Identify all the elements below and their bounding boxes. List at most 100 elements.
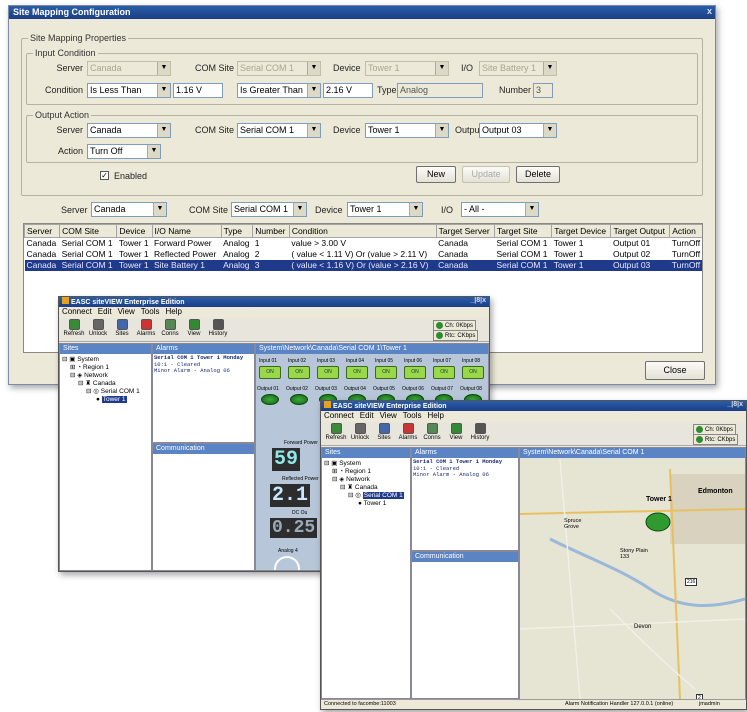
menu-item[interactable]: Tools: [403, 411, 422, 420]
output-server-select[interactable]: Canada ▼: [87, 123, 171, 138]
table-row[interactable]: Canada Serial COM 1 Tower 1 Forward Power An…: [25, 238, 703, 249]
toolbar-icon: [354, 423, 366, 434]
chevron-down-icon: ▼: [543, 62, 556, 75]
input-io-select[interactable]: Site Battery 1 ▼: [479, 61, 557, 76]
table-cell: ( value < 1.11 V) Or (value > 2.11 V): [291, 249, 428, 259]
output-device-select[interactable]: Tower 1 ▼: [365, 123, 449, 138]
table-cell: Serial COM 1: [61, 249, 113, 259]
table-cell: 3: [252, 259, 290, 271]
table-cell: Analog: [221, 259, 253, 271]
toolbar-button[interactable]: Sites: [372, 423, 396, 442]
column-header[interactable]: Target Output: [610, 224, 671, 238]
filter-device-label: Device: [315, 205, 343, 215]
toolbar-button[interactable]: History: [468, 423, 492, 442]
site-tree[interactable]: ⊟ ▣ System ⊞ ◔ Region 1 ⊟ ◈ Network ⊟ ♜ …: [60, 354, 151, 406]
input-led: ON: [288, 366, 310, 379]
delete-button[interactable]: Delete: [516, 166, 560, 183]
close-icon[interactable]: x: [707, 6, 712, 16]
app1-status-rtc: Rtc: CKbps: [433, 330, 479, 342]
condition2-select[interactable]: Is Greater Than ▼: [237, 83, 321, 98]
table-cell: Analog: [223, 249, 250, 259]
toolbar-button[interactable]: Refresh: [324, 423, 348, 442]
fwd-power-label: Forward Power: [284, 440, 318, 446]
menu-item[interactable]: Connect: [324, 411, 354, 420]
filter-comsite-select[interactable]: Serial COM 1 ▼: [231, 202, 307, 217]
filter-server-select[interactable]: Canada ▼: [91, 202, 167, 217]
mapping-table[interactable]: Server COM Site Device I/O Name Type Number Co…: [24, 224, 703, 271]
column-header[interactable]: Target Site: [493, 224, 553, 238]
input-label: Input 03: [317, 358, 336, 364]
output-select[interactable]: Output 03 ▼: [479, 123, 557, 138]
filter-device-select[interactable]: Tower 1 ▼: [347, 202, 423, 217]
action-select[interactable]: Turn Off ▼: [87, 144, 161, 159]
toolbar-button[interactable]: Unlock: [86, 319, 110, 338]
tree-item-canada: ⊟ ♜ Canada: [78, 380, 116, 387]
condition1-select[interactable]: Is Less Than ▼: [87, 83, 171, 98]
action-label: Action: [57, 146, 83, 156]
table-row[interactable]: Canada Serial COM 1 Tower 1 Site Battery 1A…: [24, 259, 702, 271]
alarm-entry[interactable]: Serial COM 1 Tower 1 Monday 10:1 - Cleare…: [153, 354, 254, 376]
menu-item[interactable]: View: [118, 307, 135, 316]
input-device-select[interactable]: Tower 1 ▼: [365, 61, 449, 76]
toolbar-label: Alarms: [398, 435, 418, 441]
toolbar-button[interactable]: Refresh: [62, 319, 86, 338]
column-header[interactable]: Condition: [288, 224, 437, 238]
toolbar-button[interactable]: History: [206, 319, 230, 338]
menu-item[interactable]: Connect: [62, 307, 92, 316]
column-header[interactable]: I/O Name: [151, 224, 222, 238]
map-view[interactable]: [520, 459, 745, 699]
toolbar-button[interactable]: Conns: [420, 423, 444, 442]
toolbar-button[interactable]: Unlock: [348, 423, 372, 442]
column-header[interactable]: Action: [669, 224, 702, 238]
output-comsite-select[interactable]: Serial COM 1 ▼: [237, 123, 321, 138]
update-button[interactable]: Update: [462, 166, 510, 183]
value1-input[interactable]: 1.16 V: [173, 83, 223, 98]
menu-item[interactable]: Help: [165, 307, 181, 316]
toolbar-icon: [140, 319, 152, 330]
menu-item[interactable]: Edit: [98, 307, 112, 316]
filter-io-select[interactable]: - All - ▼: [461, 202, 539, 217]
menu-item[interactable]: Edit: [360, 411, 374, 420]
app1-title: EASC siteVIEW Enterprise Edition: [71, 299, 185, 306]
table-header-row: Server COM Site Device I/O Name Type Number Co…: [24, 224, 702, 238]
output-control-button[interactable]: [261, 394, 279, 405]
toolbar-button[interactable]: Conns: [158, 319, 182, 338]
enabled-checkbox[interactable]: ✓: [100, 171, 109, 180]
app-logo-icon: [62, 297, 69, 304]
window-controls-icon[interactable]: _|8|x: [727, 401, 743, 408]
input-comsite-label: COM Site: [195, 63, 235, 73]
toolbar-button[interactable]: Sites: [110, 319, 134, 338]
output-label: Output 07: [431, 386, 453, 392]
comm-header: Communication: [153, 444, 254, 454]
column-header[interactable]: Server: [24, 224, 61, 238]
site-tree[interactable]: ⊟ ▣ System ⊞ ◔ Region 1 ⊟ ◈ Network ⊟ ♜ …: [322, 458, 410, 510]
close-button[interactable]: Close: [645, 361, 705, 380]
column-header[interactable]: COM Site: [59, 224, 118, 238]
toolbar-button[interactable]: View: [444, 423, 468, 442]
column-header[interactable]: Device: [116, 224, 153, 238]
chevron-down-icon: ▼: [153, 203, 166, 216]
column-header[interactable]: Number: [252, 224, 290, 238]
toolbar-button[interactable]: Alarms: [134, 319, 158, 338]
table-row[interactable]: Canada Serial COM 1 Tower 1 Reflected Power…: [25, 249, 703, 260]
value2-input[interactable]: 2.16 V: [323, 83, 373, 98]
table-cell: Tower 1: [116, 259, 152, 271]
column-header[interactable]: Target Server: [435, 224, 495, 238]
menu-item[interactable]: Help: [427, 411, 443, 420]
menu-item[interactable]: Tools: [141, 307, 160, 316]
status-user: jmadmin: [699, 701, 720, 707]
alarm-entry[interactable]: Serial COM 1 Tower 1 Monday 10:1 - Cleare…: [412, 458, 518, 480]
output-control-button[interactable]: [290, 394, 308, 405]
new-button[interactable]: New: [416, 166, 456, 183]
output-label: Output 01: [257, 386, 279, 392]
output-action-group: Output Action Server Canada ▼ COM Site Se…: [26, 110, 698, 163]
window-controls-icon[interactable]: _|8|x: [470, 297, 486, 304]
input-comsite-select[interactable]: Serial COM 1 ▼: [237, 61, 321, 76]
column-header[interactable]: Target Device: [551, 224, 612, 238]
column-header[interactable]: Type: [220, 224, 254, 238]
toolbar-button[interactable]: Alarms: [396, 423, 420, 442]
menu-item[interactable]: View: [380, 411, 397, 420]
input-server-select[interactable]: Canada ▼: [87, 61, 171, 76]
toolbar-button[interactable]: View: [182, 319, 206, 338]
tree-item-tower: ● Tower 1: [358, 500, 387, 507]
